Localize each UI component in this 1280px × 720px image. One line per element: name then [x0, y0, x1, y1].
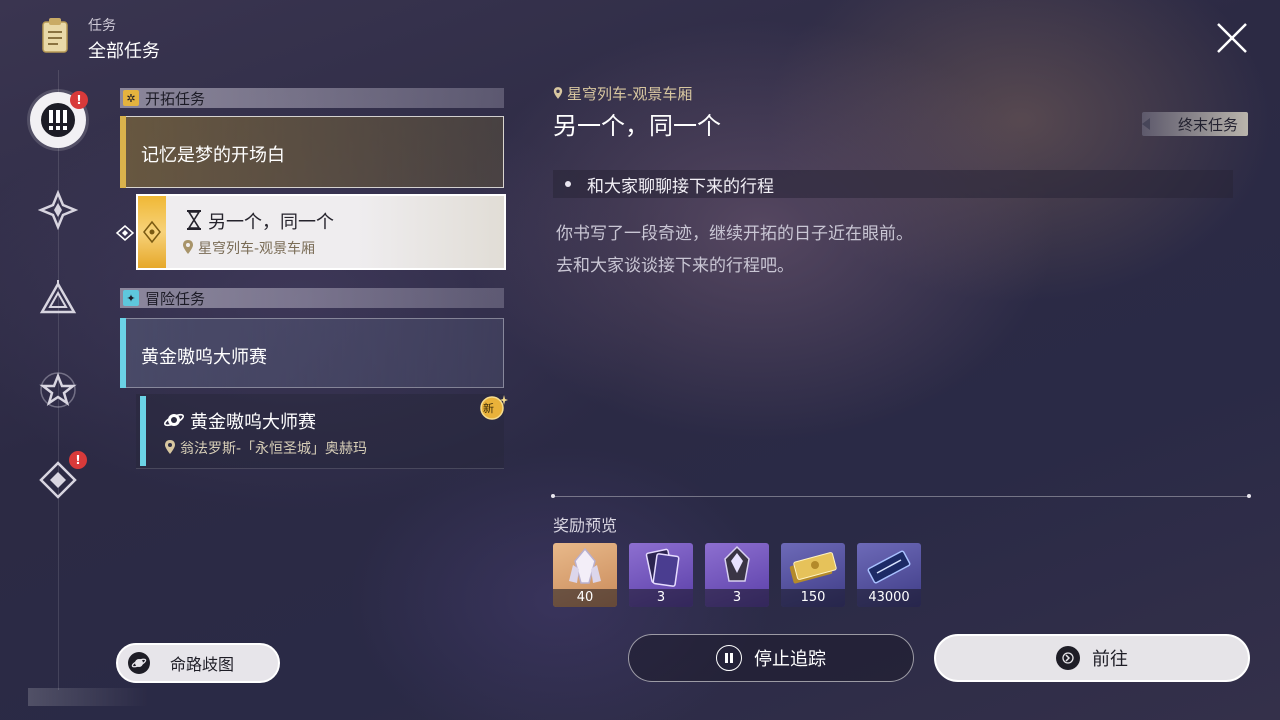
rail-adventure-button[interactable]	[35, 367, 81, 413]
rail-companion-button[interactable]	[35, 276, 81, 322]
stellar-jade-icon	[569, 547, 601, 584]
section-adventure-header: ✦ 冒险任务	[120, 288, 504, 308]
section-adventure-label: 冒险任务	[145, 289, 206, 308]
daily-alert-badge: !	[69, 451, 87, 469]
objective-text: 和大家聊聊接下来的行程	[587, 176, 774, 197]
quest-location: 翁法罗斯-「永恒圣城」奥赫玛	[180, 441, 368, 457]
header-subtitle: 任务	[88, 18, 116, 34]
detail-location-text: 星穹列车-观景车厢	[567, 85, 693, 103]
trailblaze-stripe	[138, 196, 166, 268]
quest-card-golden-group[interactable]: 黄金嗷呜大师赛	[120, 318, 504, 388]
reward-item[interactable]: 3	[705, 543, 769, 607]
navigate-arrow-icon	[1056, 646, 1080, 670]
quest-title: 黄金嗷呜大师赛	[190, 412, 316, 433]
path-map-label: 命路歧图	[170, 655, 235, 674]
go-button[interactable]: 前往	[934, 634, 1250, 682]
close-button[interactable]	[1212, 18, 1252, 58]
detail-location: 星穹列车-观景车厢	[553, 83, 692, 104]
new-badge-label: 新	[483, 402, 494, 415]
trailblaze-exp-icon	[867, 550, 911, 584]
companion-triangle-icon	[39, 280, 77, 314]
hourglass-icon	[186, 210, 202, 234]
quest-card-golden-sub[interactable]: 黄金嗷呜大师赛 翁法罗斯-「永恒圣城」奥赫玛	[136, 394, 504, 469]
objective-row: 和大家聊聊接下来的行程	[553, 170, 1233, 198]
quest-card-selected[interactable]: 另一个，同一个 星穹列车-观景车厢	[136, 194, 506, 270]
reward-item[interactable]: 40	[553, 543, 617, 607]
location-pin-icon	[182, 239, 194, 259]
quest-card-memory[interactable]: 记忆是梦的开场白	[120, 116, 504, 188]
quest-location: 星穹列车-观景车厢	[198, 241, 316, 257]
go-label: 前往	[1092, 649, 1128, 670]
reward-count: 43000	[857, 589, 921, 607]
selected-pointer-icon	[115, 224, 135, 246]
planet-icon	[128, 652, 150, 674]
adventure-stripe	[140, 396, 146, 466]
location-pin-icon	[553, 87, 563, 99]
refine-aether-icon	[724, 545, 750, 582]
planet-icon	[164, 410, 184, 434]
quest-title: 另一个，同一个	[208, 212, 334, 233]
quest-clipboard-icon	[40, 16, 70, 54]
trailblaze-star-icon	[38, 190, 78, 230]
reward-count: 150	[781, 589, 845, 607]
section-trailblaze-label: 开拓任务	[145, 89, 206, 108]
description-line: 你书写了一段奇迹，继续开拓的日子近在眼前。	[556, 224, 913, 244]
character-exp-material-icon	[645, 548, 680, 587]
reward-count: 3	[705, 589, 769, 607]
credits-icon	[789, 552, 837, 584]
quest-title: 黄金嗷呜大师赛	[141, 347, 267, 368]
adventure-star-icon	[39, 372, 77, 408]
trailblaze-section-icon: ✲	[123, 90, 139, 106]
reward-item[interactable]: 43000	[857, 543, 921, 607]
reward-item[interactable]: 150	[781, 543, 845, 607]
reward-item[interactable]: 3	[629, 543, 693, 607]
stop-tracking-label: 停止追踪	[754, 649, 826, 670]
pause-icon	[716, 645, 742, 671]
bottom-decoration	[28, 688, 148, 706]
close-icon	[1217, 23, 1247, 53]
reward-count: 3	[629, 589, 693, 607]
reward-count: 40	[553, 589, 617, 607]
all-quests-alert-badge: !	[70, 91, 88, 109]
rewards-divider	[551, 494, 1251, 498]
detail-title: 另一个，同一个	[553, 112, 721, 140]
all-quests-icon	[41, 103, 75, 137]
objective-bullet-icon	[565, 181, 571, 187]
page-title: 全部任务	[88, 41, 160, 62]
rail-trailblaze-button[interactable]	[35, 187, 81, 233]
quest-title: 记忆是梦的开场白	[141, 145, 285, 166]
description-line: 去和大家谈谈接下来的行程吧。	[556, 256, 794, 276]
quest-type-tag: 终末任务	[1142, 112, 1248, 136]
new-badge: 新	[478, 394, 508, 420]
section-trailblaze-header: ✲ 开拓任务	[120, 88, 504, 108]
path-map-button[interactable]: 命路歧图	[116, 643, 280, 683]
quest-type-label: 终末任务	[1177, 115, 1238, 134]
adventure-section-icon: ✦	[123, 290, 139, 306]
rewards-label: 奖励预览	[553, 516, 618, 535]
quest-description: 你书写了一段奇迹，继续开拓的日子近在眼前。 去和大家谈谈接下来的行程吧。	[556, 218, 1236, 282]
stop-tracking-button[interactable]: 停止追踪	[628, 634, 914, 682]
location-pin-icon	[164, 439, 176, 459]
